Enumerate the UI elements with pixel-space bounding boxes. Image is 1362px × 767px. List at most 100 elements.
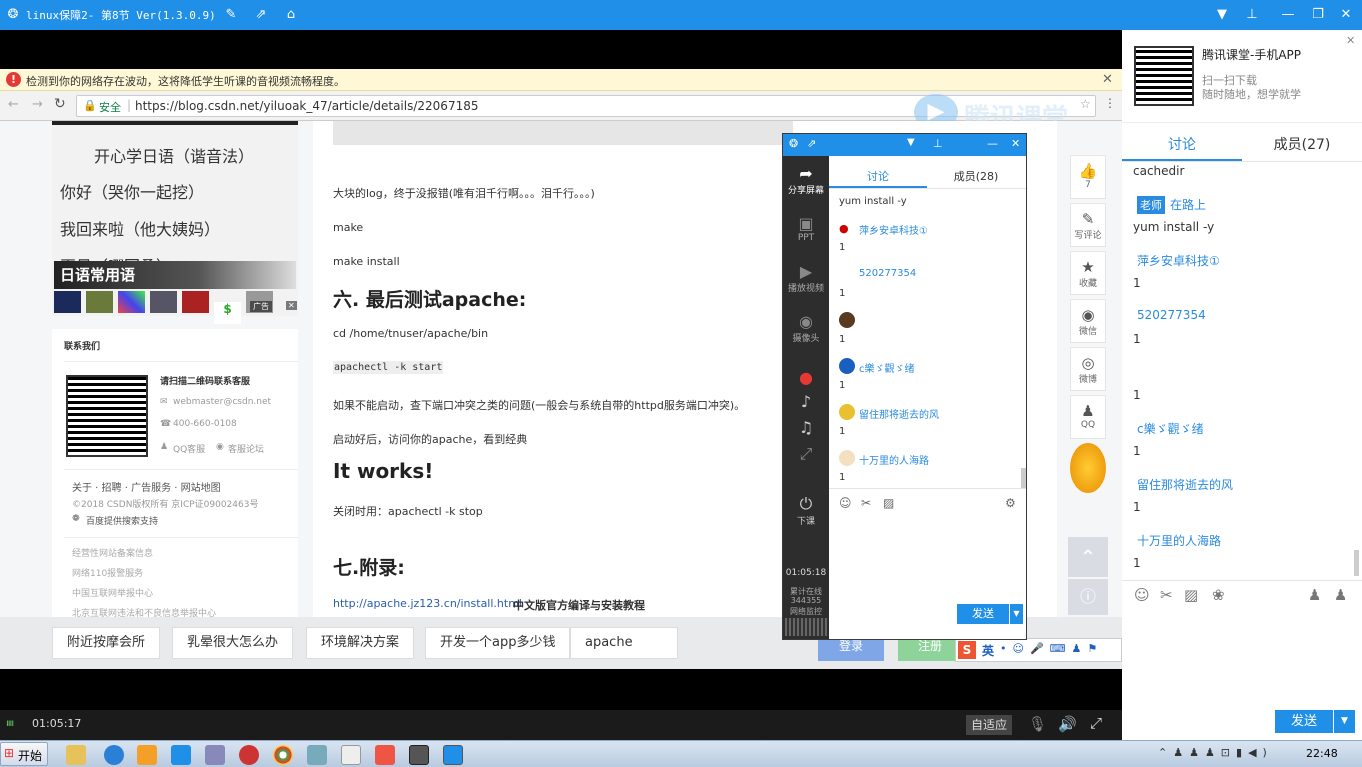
chat-pin-icon[interactable]: ⊥	[933, 137, 943, 150]
warning-close-icon[interactable]: ✕	[1102, 72, 1113, 87]
ad-keyword[interactable]: 乳晕很大怎么办	[172, 627, 294, 659]
end-class-button[interactable]: ⏻ 下课	[783, 494, 829, 527]
footer-item[interactable]: 中国互联网举报中心	[72, 586, 153, 599]
app-icon[interactable]	[205, 745, 225, 765]
chat-share-icon[interactable]: ⇗	[807, 137, 816, 150]
tencent-class-icon[interactable]	[443, 745, 463, 765]
music-button[interactable]: ♫	[783, 418, 829, 437]
sogou-icon[interactable]: S	[958, 641, 976, 659]
camera-button[interactable]: ◉ 摄像头	[783, 312, 829, 344]
play-video-button[interactable]: ▶ 播放视频	[783, 262, 829, 294]
footer-item[interactable]: 北京互联网违法和不良信息举报中心	[72, 606, 216, 617]
app-icon[interactable]	[307, 745, 327, 765]
footer-item[interactable]: 经营性网站备案信息	[72, 546, 153, 559]
back-icon[interactable]: ←	[8, 97, 19, 112]
settings-icon[interactable]: ⚙	[1005, 496, 1016, 510]
emoji-icon[interactable]: ☺	[839, 496, 852, 510]
comment-button[interactable]: ✎ 写评论	[1070, 203, 1106, 247]
menu-icon[interactable]: ⋮	[1104, 96, 1116, 110]
chat-minimize-icon[interactable]: —	[987, 137, 998, 150]
chat-close-icon[interactable]: ✕	[1011, 137, 1020, 150]
explorer-icon[interactable]	[66, 745, 86, 765]
right-send-options-icon[interactable]: ▼	[1333, 710, 1355, 733]
chat-username[interactable]: c樂ゞ觀ゞ绪	[859, 360, 915, 375]
chat-username[interactable]: 520277354	[859, 268, 916, 279]
app-icon[interactable]	[171, 745, 191, 765]
scissors-icon[interactable]: ✂	[861, 496, 871, 510]
right-send-button[interactable]: 发送	[1275, 710, 1333, 733]
mascot-ad[interactable]	[1070, 443, 1106, 493]
ppt-button[interactable]: ▣ PPT	[783, 214, 829, 243]
chat-username[interactable]: c樂ゞ觀ゞ绪	[1137, 420, 1204, 437]
japanese-ad[interactable]: 开心学日语（谐音法） 你好（哭你一起挖） 我回来啦（他大姨妈） 再见（哪回桑） …	[52, 121, 298, 324]
reload-icon[interactable]: ↻	[54, 96, 66, 112]
chat-username[interactable]: 留住那将逝去的风	[859, 406, 939, 421]
fit-button[interactable]: 自适应	[966, 715, 1012, 735]
send-options-icon[interactable]: ▼	[1009, 604, 1023, 624]
ad-keyword[interactable]: apache linux	[570, 627, 678, 659]
chrome-icon[interactable]	[273, 745, 293, 765]
like-button[interactable]: 👍 7	[1070, 155, 1106, 199]
pin-icon[interactable]: ⊥	[1244, 7, 1260, 23]
forward-icon[interactable]: →	[32, 97, 43, 112]
chat-username[interactable]: 十万里的人海路	[859, 452, 929, 467]
close-icon[interactable]: ✕	[1338, 7, 1354, 23]
tab-members[interactable]: 成员(28)	[927, 168, 1025, 184]
maximize-icon[interactable]: ❐	[1310, 7, 1326, 23]
notepad-icon[interactable]	[341, 745, 361, 765]
volume-icon[interactable]: 🔊	[1058, 715, 1077, 733]
chat-send-button[interactable]: 发送	[957, 604, 1009, 624]
ime-tool-icons[interactable]: •☺🎤⌨♟⚑	[1000, 642, 1103, 655]
image-icon[interactable]: ▨	[1184, 586, 1198, 604]
terminal-icon[interactable]	[409, 745, 429, 765]
chat-username[interactable]: 萍乡安卓科技①	[1137, 252, 1220, 269]
right-scrollbar[interactable]	[1354, 550, 1359, 576]
chat-username[interactable]: 留住那将逝去的风	[1137, 476, 1233, 493]
flower-icon[interactable]: ❀	[1212, 586, 1225, 604]
close-promo-icon[interactable]: ✕	[1346, 34, 1355, 47]
scroll-top-button[interactable]: ⌃	[1068, 537, 1108, 577]
minimize-icon[interactable]: —	[1280, 7, 1296, 23]
chat-username[interactable]: 萍乡安卓科技①	[859, 222, 928, 237]
weibo-button[interactable]: ◎ 微博	[1070, 347, 1106, 391]
qq-button[interactable]: ♟ QQ	[1070, 395, 1106, 439]
chat-username[interactable]: 520277354	[1137, 308, 1206, 322]
right-tab-discussion[interactable]: 讨论	[1122, 134, 1242, 154]
qq-service-link[interactable]: QQ客服	[173, 442, 205, 455]
bookmark-button[interactable]: ★ 收藏	[1070, 251, 1106, 295]
scissors-icon[interactable]: ✂	[1160, 586, 1173, 604]
user-icon[interactable]: ♟	[1334, 586, 1347, 604]
tray-icons[interactable]: ⌃♟♟♟⊡▮◀)	[1158, 746, 1273, 759]
chat-input[interactable]	[833, 518, 1021, 598]
emoji-icon[interactable]: ☺	[1134, 586, 1150, 604]
dropdown-icon[interactable]: ▼	[1214, 7, 1230, 23]
footer-item[interactable]: 网络110报警服务	[72, 566, 143, 579]
chat-username[interactable]: 十万里的人海路	[1137, 532, 1221, 549]
ad-keyword[interactable]: 附近按摩会所	[52, 627, 161, 659]
ime-lang[interactable]: 英	[982, 642, 994, 659]
tab-discussion[interactable]: 讨论	[829, 168, 927, 184]
mic-button[interactable]: ●	[783, 368, 829, 387]
speaker-button[interactable]: ♪	[783, 392, 829, 411]
wechat-button[interactable]: ◉ 微信	[1070, 299, 1106, 343]
add-member-icon[interactable]: ♟	[1308, 586, 1321, 604]
ie-icon[interactable]	[104, 745, 124, 765]
start-button[interactable]: ⊞ 开始	[0, 742, 48, 766]
install-link[interactable]: http://apache.jz123.cn/install.html	[333, 597, 522, 610]
ad-close-icon[interactable]: ✕	[286, 301, 297, 310]
image-icon[interactable]: ▨	[883, 496, 894, 510]
share-icon[interactable]: ⇗	[253, 7, 269, 23]
app-icon[interactable]	[239, 745, 259, 765]
home-icon[interactable]: ⌂	[283, 7, 299, 23]
share-screen-button[interactable]: ➦ 分享屏幕	[783, 164, 829, 196]
media-icon[interactable]	[137, 745, 157, 765]
report-button[interactable]: ⓘ	[1068, 579, 1108, 615]
teacher-name[interactable]: 在路上	[1170, 196, 1206, 213]
forum-link[interactable]: 客服论坛	[228, 442, 264, 455]
chat-dropdown-icon[interactable]: ▼	[907, 137, 915, 148]
footer-links[interactable]: 关于 · 招聘 · 广告服务 · 网站地图	[72, 479, 221, 494]
right-chat-input[interactable]	[1122, 610, 1362, 704]
contact-email[interactable]: webmaster@csdn.net	[173, 397, 271, 407]
chat-scrollbar[interactable]	[1021, 468, 1026, 488]
fullscreen-button[interactable]: ⤢	[783, 444, 829, 464]
